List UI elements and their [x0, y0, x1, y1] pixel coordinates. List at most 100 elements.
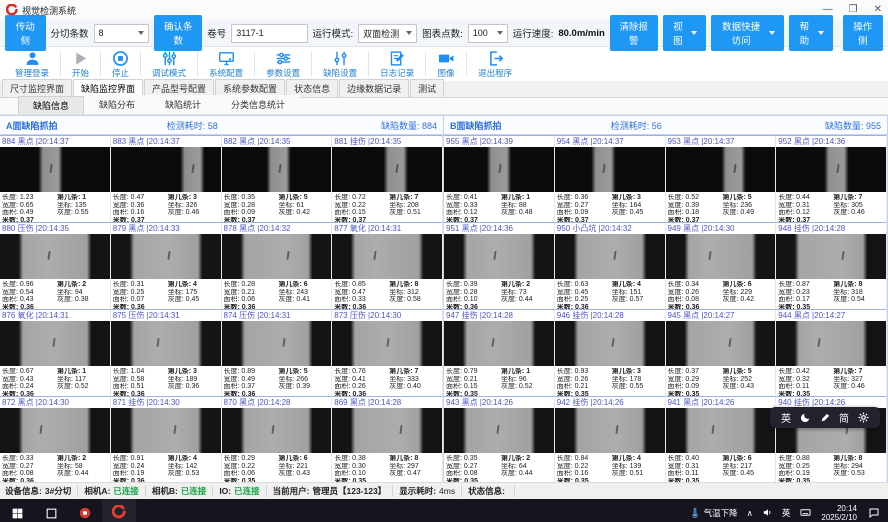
roll-number-input[interactable]: 3117-1 — [231, 24, 307, 43]
defect-image[interactable] — [222, 321, 332, 366]
operate-side-button[interactable]: 操作侧 — [843, 15, 884, 51]
task-view-button[interactable] — [34, 499, 68, 522]
defect-cell[interactable]: 873 压伤 |20:14:30长度: 0.76宽度: 0.41面积: 0.26… — [332, 309, 443, 396]
help-menu-button[interactable]: 帮助 — [789, 15, 832, 51]
subtab-缺陷信息[interactable]: 缺陷信息 — [18, 96, 84, 114]
taskbar-app-icon-inspection[interactable] — [102, 499, 136, 522]
defect-cell[interactable]: 955 黑点 |20:14:39长度: 0.41宽度: 0.33面积: 0.12… — [444, 135, 555, 222]
chart-points-select[interactable]: 100 — [468, 24, 508, 43]
taskbar-app-icon[interactable] — [68, 499, 102, 522]
defect-cell[interactable]: 879 黑点 |20:14:33长度: 0.31宽度: 0.25面积: 0.07… — [111, 222, 222, 309]
defect-cell[interactable]: 872 黑点 |20:14:30长度: 0.33宽度: 0.27面积: 0.08… — [0, 396, 111, 482]
defect-cell[interactable]: 881 挂伤 |20:14:35长度: 0.72宽度: 0.22面积: 0.15… — [332, 135, 443, 222]
defect-image[interactable] — [776, 321, 886, 366]
slit-count-select[interactable]: 8 — [94, 24, 150, 43]
defect-cell[interactable]: 949 黑点 |20:14:30长度: 0.34宽度: 0.26面积: 0.08… — [666, 222, 777, 309]
defect-image[interactable] — [332, 234, 442, 279]
drive-side-button[interactable]: 传动侧 — [5, 15, 46, 51]
tab-尺寸监控界面[interactable]: 尺寸监控界面 — [2, 79, 72, 97]
defect-image[interactable] — [0, 234, 110, 279]
defect-cell[interactable]: 947 挂伤 |20:14:28长度: 0.79宽度: 0.21面积: 0.15… — [444, 309, 555, 396]
gear-icon[interactable] — [858, 412, 869, 423]
toolbar-button-stop[interactable]: 停止 — [101, 50, 140, 79]
defect-cell[interactable]: 870 黑点 |20:14:28长度: 0.29宽度: 0.22面积: 0.06… — [222, 396, 333, 482]
defect-image[interactable] — [332, 147, 442, 192]
defect-cell[interactable]: 946 挂伤 |20:14:28长度: 0.93宽度: 0.26面积: 0.21… — [555, 309, 666, 396]
toolbar-button-monitor[interactable]: 系统配置 — [198, 50, 254, 79]
defect-image[interactable] — [555, 321, 665, 366]
defect-cell[interactable]: 953 黑点 |20:14:37长度: 0.52宽度: 0.39面积: 0.18… — [666, 135, 777, 222]
defect-image[interactable] — [666, 147, 776, 192]
defect-image[interactable] — [555, 408, 665, 453]
defect-cell[interactable]: 869 黑点 |20:14:28长度: 0.38宽度: 0.30面积: 0.10… — [332, 396, 443, 482]
defect-cell[interactable]: 945 黑点 |20:14:27长度: 0.37宽度: 0.29面积: 0.09… — [666, 309, 777, 396]
defect-image[interactable] — [111, 234, 221, 279]
subtab-缺陷分布[interactable]: 缺陷分布 — [84, 95, 150, 114]
toolbar-button-user[interactable]: 管理登录 — [4, 50, 60, 79]
clear-alarm-button[interactable]: 清除报警 — [610, 15, 658, 51]
run-mode-select[interactable]: 双面检测 — [358, 24, 417, 43]
defect-cell[interactable]: 882 黑点 |20:14:35长度: 0.35宽度: 0.28面积: 0.09… — [222, 135, 333, 222]
defect-cell[interactable]: 954 黑点 |20:14:37长度: 0.36宽度: 0.27面积: 0.09… — [555, 135, 666, 222]
defect-image[interactable] — [0, 321, 110, 366]
defect-image[interactable] — [111, 321, 221, 366]
defect-image[interactable] — [444, 321, 554, 366]
defect-cell[interactable]: 943 黑点 |20:14:26长度: 0.35宽度: 0.27面积: 0.08… — [444, 396, 555, 482]
notification-center-icon[interactable] — [866, 505, 882, 521]
defect-cell[interactable]: 884 黑点 |20:14:37长度: 1.23宽度: 0.65面积: 0.49… — [0, 135, 111, 222]
toolbar-button-log[interactable]: 日志记录 — [369, 50, 425, 79]
tray-expand-chevron[interactable]: ∧ — [747, 508, 753, 519]
defect-image[interactable] — [111, 408, 221, 453]
defect-cell[interactable]: 874 压伤 |20:14:31长度: 0.89宽度: 0.49面积: 0.37… — [222, 309, 333, 396]
ime-language-toggle[interactable]: 英 — [781, 410, 791, 425]
tab-边缘数据记录[interactable]: 边缘数据记录 — [339, 79, 409, 97]
defect-cell[interactable]: 941 黑点 |20:14:26长度: 0.40宽度: 0.31面积: 0.11… — [666, 396, 777, 482]
toolbar-button-tune[interactable]: 调试模式 — [141, 50, 197, 79]
input-language-indicator[interactable]: 英 — [782, 507, 791, 519]
defect-image[interactable] — [776, 147, 886, 192]
defect-image[interactable] — [555, 147, 665, 192]
defect-image[interactable] — [0, 408, 110, 453]
confirm-count-button[interactable]: 确认条数 — [154, 15, 202, 51]
speaker-icon[interactable] — [762, 507, 773, 520]
defect-cell[interactable]: 875 压伤 |20:14:31长度: 1.04宽度: 0.58面积: 0.51… — [111, 309, 222, 396]
defect-image[interactable] — [332, 321, 442, 366]
toolbar-button-camera[interactable]: 图像 — [426, 50, 466, 79]
defect-image[interactable] — [111, 147, 221, 192]
defect-image[interactable] — [444, 147, 554, 192]
data-quick-access-menu-button[interactable]: 数据快捷访问 — [711, 15, 784, 51]
defect-cell[interactable]: 942 挂伤 |20:14:26长度: 0.84宽度: 0.22面积: 0.16… — [555, 396, 666, 482]
toolbar-button-exit[interactable]: 退出程序 — [467, 50, 523, 79]
defect-image[interactable] — [332, 408, 442, 453]
defect-cell[interactable]: 952 黑点 |20:14:36长度: 0.44宽度: 0.31面积: 0.12… — [776, 135, 887, 222]
minimize-button[interactable]: — — [823, 5, 833, 15]
close-button[interactable]: ✕ — [874, 5, 882, 15]
defect-image[interactable] — [444, 234, 554, 279]
defect-cell[interactable]: 878 黑点 |20:14:32长度: 0.28宽度: 0.21面积: 0.06… — [222, 222, 333, 309]
defect-cell[interactable]: 877 氧化 |20:14:31长度: 0.85宽度: 0.47面积: 0.33… — [332, 222, 443, 309]
defect-cell[interactable]: 871 挂伤 |20:14:30长度: 0.91宽度: 0.24面积: 0.19… — [111, 396, 222, 482]
defect-image[interactable] — [222, 147, 332, 192]
defect-image[interactable] — [776, 234, 886, 279]
weather-widget[interactable]: 气温下降 — [690, 507, 738, 519]
defect-image[interactable] — [666, 234, 776, 279]
defect-cell[interactable]: 948 挂伤 |20:14:28长度: 0.87宽度: 0.23面积: 0.17… — [776, 222, 887, 309]
defect-cell[interactable]: 951 黑点 |20:14:36长度: 0.39宽度: 0.28面积: 0.10… — [444, 222, 555, 309]
ime-toolbar[interactable]: 英 简 — [770, 407, 880, 428]
defect-cell[interactable]: 950 小凸坑 |20:14:32长度: 0.63宽度: 0.45面积: 0.2… — [555, 222, 666, 309]
toolbar-button-params[interactable]: 参数设置 — [255, 50, 311, 79]
subtab-分类信息统计[interactable]: 分类信息统计 — [216, 95, 300, 114]
toolbar-button-play[interactable]: 开始 — [61, 50, 100, 79]
defect-image[interactable] — [666, 408, 776, 453]
defect-image[interactable] — [0, 147, 110, 192]
subtab-缺陷统计[interactable]: 缺陷统计 — [150, 95, 216, 114]
defect-image[interactable] — [555, 234, 665, 279]
maximize-button[interactable]: ❐ — [849, 5, 858, 15]
defect-image[interactable] — [666, 321, 776, 366]
defect-image[interactable] — [222, 234, 332, 279]
defect-image[interactable] — [444, 408, 554, 453]
defect-cell[interactable]: 944 黑点 |20:14:27长度: 0.42宽度: 0.32面积: 0.11… — [776, 309, 887, 396]
defect-image[interactable] — [222, 408, 332, 453]
defect-cell[interactable]: 880 压伤 |20:14:35长度: 0.96宽度: 0.54面积: 0.43… — [0, 222, 111, 309]
toolbar-button-defects[interactable]: 缺陷设置 — [312, 50, 368, 79]
